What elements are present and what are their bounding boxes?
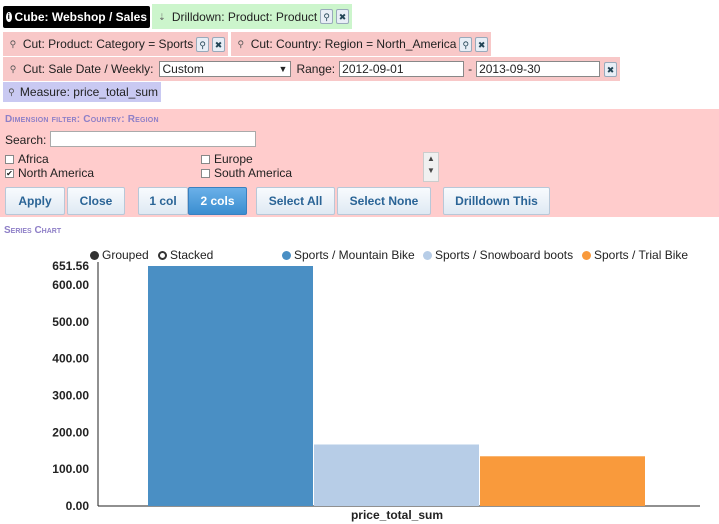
cut-date-chip: ⚲ Cut: Sale Date / Weekly: Custom ▼ Rang… xyxy=(3,57,620,81)
info-icon: i xyxy=(6,12,12,22)
y-tick-label: 500.00 xyxy=(52,315,89,329)
legend-item-snowboard-boots[interactable]: Sports / Snowboard boots xyxy=(423,248,573,262)
zoom-icon[interactable]: ⚲ xyxy=(459,36,473,52)
close-icon[interactable]: ✖ xyxy=(336,9,349,24)
y-tick-label: 600.00 xyxy=(52,278,89,292)
legend-swatch xyxy=(423,250,432,260)
mode-grouped-label: Grouped xyxy=(102,248,149,262)
range-to-input[interactable]: 2013-09-30 xyxy=(476,61,601,77)
search-icon: ⚲ xyxy=(8,87,15,97)
close-button[interactable]: Close xyxy=(67,187,125,215)
legend-swatch xyxy=(582,250,591,260)
legend-label: Sports / Trial Bike xyxy=(594,248,689,262)
y-tick-label: 651.56 xyxy=(52,259,89,273)
series-chart-title: Series Chart xyxy=(4,225,62,236)
bar-sports-mountain-bike[interactable] xyxy=(148,266,313,506)
bar-sports-snowboard-boots[interactable] xyxy=(314,444,479,506)
legend-item-trial-bike[interactable]: Sports / Trial Bike xyxy=(582,248,688,262)
cut-category-label: Cut: Product: Category = Sports xyxy=(22,37,194,51)
chevron-up-icon[interactable]: ▲ xyxy=(424,153,438,165)
y-tick-label: 400.00 xyxy=(52,352,89,366)
date-mode-value: Custom xyxy=(162,62,204,76)
close-icon[interactable]: ✖ xyxy=(604,61,618,77)
chevron-down-icon: ▼ xyxy=(278,64,288,74)
radio-selected[interactable] xyxy=(90,250,99,260)
search-icon: ⚲ xyxy=(9,39,17,49)
legend-item-mountain-bike[interactable]: Sports / Mountain Bike xyxy=(282,248,415,262)
select-all-button[interactable]: Select All xyxy=(256,187,335,215)
dimension-filter-title: Dimension filter: Country: Region xyxy=(5,114,159,125)
select-none-button[interactable]: Select None xyxy=(337,187,431,215)
measure-label: Measure: price_total_sum xyxy=(19,85,158,99)
y-tick-label: 100.00 xyxy=(52,462,89,476)
mode-grouped-option[interactable]: Grouped xyxy=(90,248,149,262)
legend-label: Sports / Snowboard boots xyxy=(435,248,574,262)
range-from-value: 2012-09-01 xyxy=(342,62,404,76)
legend-label: Sports / Mountain Bike xyxy=(294,248,415,262)
one-col-button[interactable]: 1 col xyxy=(138,187,188,215)
options-scrollbar[interactable]: ▲ ▼ xyxy=(423,152,439,182)
drilldown-label: Drilldown: Product: Product xyxy=(171,9,318,24)
radio-unselected[interactable] xyxy=(158,250,167,260)
y-tick-label: 200.00 xyxy=(52,425,89,439)
option-label: North America xyxy=(18,166,95,180)
mode-stacked-label: Stacked xyxy=(170,248,214,262)
cube-chip[interactable]: i Cube: Webshop / Sales xyxy=(3,6,150,28)
close-icon[interactable]: ✖ xyxy=(475,36,488,52)
x-category-label: price_total_sum xyxy=(351,508,443,522)
drilldown-arrow-icon: ⇣ xyxy=(158,11,166,22)
cut-region-label: Cut: Country: Region = North_America xyxy=(250,37,457,51)
checkbox[interactable] xyxy=(5,154,14,164)
y-tick-label: 300.00 xyxy=(52,388,89,402)
close-icon[interactable]: ✖ xyxy=(212,36,225,52)
checkbox[interactable] xyxy=(201,168,210,178)
option-africa[interactable]: Africa xyxy=(5,152,49,166)
two-cols-button[interactable]: 2 cols xyxy=(188,187,247,215)
option-europe[interactable]: Europe xyxy=(201,152,253,166)
checkbox[interactable] xyxy=(201,154,210,164)
range-from-input[interactable]: 2012-09-01 xyxy=(339,61,465,77)
search-icon: ⚲ xyxy=(9,64,17,74)
mode-stacked-option[interactable]: Stacked xyxy=(158,248,213,262)
option-north-america[interactable]: ✔ North America xyxy=(5,166,94,180)
zoom-icon[interactable]: ⚲ xyxy=(196,36,210,52)
zoom-icon[interactable]: ⚲ xyxy=(320,9,334,24)
range-label: Range: xyxy=(296,62,336,76)
checkbox-checked[interactable]: ✔ xyxy=(5,168,14,178)
date-mode-select[interactable]: Custom ▼ xyxy=(158,61,292,77)
cut-date-label: Cut: Sale Date / Weekly: xyxy=(23,62,154,76)
dimension-filter-panel: Dimension filter: Country: Region Search… xyxy=(0,109,719,217)
bar-sports-trial-bike[interactable] xyxy=(480,456,645,506)
option-label: South America xyxy=(214,166,293,180)
drilldown-this-button[interactable]: Drilldown This xyxy=(443,187,550,215)
cut-region-chip: ⚲ Cut: Country: Region = North_America ⚲… xyxy=(231,32,491,56)
drilldown-chip: ⇣ Drilldown: Product: Product ⚲ ✖ xyxy=(152,4,352,29)
cube-label: Cube: Webshop / Sales xyxy=(14,10,147,24)
legend-swatch xyxy=(282,250,291,260)
option-label: Europe xyxy=(214,152,253,166)
range-to-value: 2013-09-30 xyxy=(479,62,541,76)
cut-category-chip: ⚲ Cut: Product: Category = Sports ⚲ ✖ xyxy=(3,32,228,56)
option-south-america[interactable]: South America xyxy=(201,166,292,180)
search-label: Search: xyxy=(5,133,47,147)
search-input[interactable] xyxy=(50,131,256,147)
measure-chip: ⚲ Measure: price_total_sum xyxy=(3,82,161,102)
apply-button[interactable]: Apply xyxy=(5,187,65,215)
y-tick-label: 0.00 xyxy=(66,499,90,513)
search-icon: ⚲ xyxy=(237,39,245,49)
range-separator: - xyxy=(468,62,473,76)
chevron-down-icon[interactable]: ▼ xyxy=(424,165,438,177)
option-label: Africa xyxy=(18,152,49,166)
